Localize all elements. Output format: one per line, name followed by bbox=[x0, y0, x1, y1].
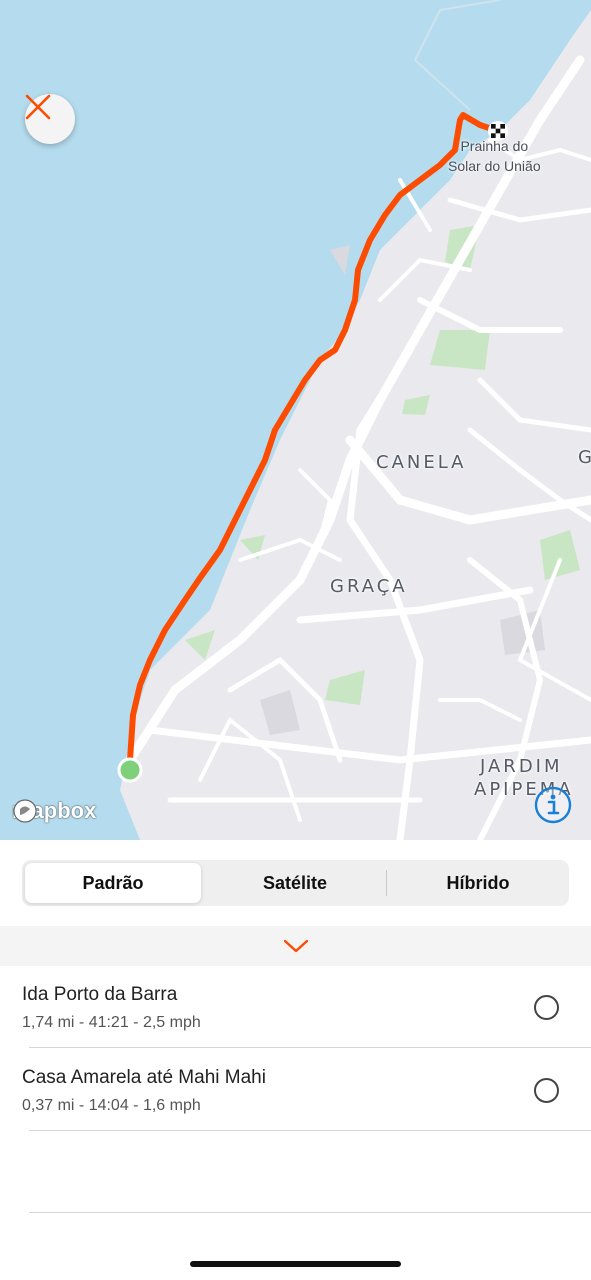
start-marker bbox=[117, 757, 143, 783]
map-type-hibrido[interactable]: Híbrido bbox=[390, 863, 566, 903]
map-type-selector: Padrão Satélite Híbrido bbox=[22, 860, 569, 906]
poi-label-line1: Prainha do bbox=[460, 138, 529, 154]
activity-row[interactable]: Ida Porto da Barra 1,74 mi - 41:21 - 2,5… bbox=[0, 966, 591, 1048]
activity-stats: 0,37 mi - 14:04 - 1,6 mph bbox=[22, 1097, 201, 1114]
home-indicator[interactable] bbox=[190, 1261, 401, 1267]
map-label-canela: CANELA bbox=[376, 452, 467, 473]
activity-row[interactable]: Casa Amarela até Mahi Mahi 0,37 mi - 14:… bbox=[0, 1049, 591, 1131]
activity-title: Casa Amarela até Mahi Mahi bbox=[22, 1067, 266, 1088]
activity-stats: 1,74 mi - 41:21 - 2,5 mph bbox=[22, 1014, 201, 1031]
activity-radio-button[interactable] bbox=[534, 1078, 559, 1103]
map-label-edge: G bbox=[578, 447, 591, 468]
info-button[interactable] bbox=[534, 786, 572, 824]
map-type-padrao[interactable]: Padrão bbox=[25, 863, 201, 903]
poi-label-line2: Solar do União bbox=[448, 158, 541, 174]
map-view[interactable]: CANELA GRAÇA JARDIM APIPEMA G Prainha do… bbox=[0, 0, 591, 840]
poi-label: Prainha do Solar do União bbox=[448, 136, 541, 176]
activity-radio-button[interactable] bbox=[534, 995, 559, 1020]
chevron-down-icon bbox=[283, 939, 308, 953]
activity-title: Ida Porto da Barra bbox=[22, 984, 178, 1005]
close-button[interactable] bbox=[25, 94, 75, 144]
segment-divider bbox=[386, 870, 387, 896]
mapbox-logo[interactable]: mapbox bbox=[12, 798, 96, 824]
divider bbox=[29, 1047, 591, 1048]
collapse-toggle[interactable] bbox=[0, 926, 591, 966]
map-label-jardim: JARDIM bbox=[480, 756, 563, 777]
map-type-satelite[interactable]: Satélite bbox=[207, 863, 383, 903]
divider bbox=[29, 1212, 591, 1213]
map-canvas bbox=[0, 0, 591, 840]
info-icon bbox=[534, 786, 572, 824]
mapbox-icon bbox=[13, 799, 37, 823]
map-label-graca: GRAÇA bbox=[330, 576, 408, 597]
divider bbox=[29, 1130, 591, 1131]
close-icon bbox=[25, 94, 51, 120]
